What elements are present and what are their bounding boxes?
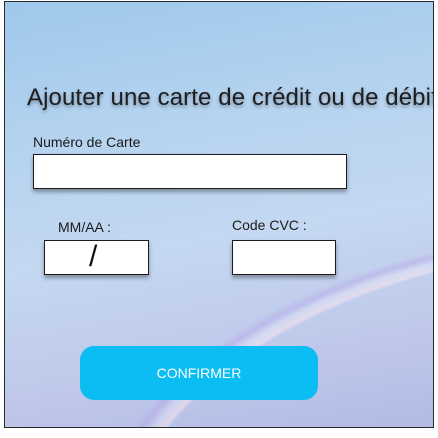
confirm-button-label: CONFIRMER: [156, 365, 242, 381]
card-number-label: Numéro de Carte: [33, 134, 141, 150]
confirm-button[interactable]: CONFIRMER: [80, 346, 318, 400]
expiry-separator: /: [89, 240, 98, 273]
card-form-screen: Ajouter une carte de crédit ou de débit …: [4, 1, 434, 428]
cvc-field[interactable]: [232, 240, 336, 275]
page-title: Ajouter une carte de crédit ou de débit: [27, 84, 434, 111]
cvc-label: Code CVC :: [232, 217, 307, 233]
card-number-field[interactable]: [33, 154, 347, 189]
expiry-label: MM/AA :: [58, 219, 111, 235]
expiry-field[interactable]: /: [44, 240, 149, 275]
